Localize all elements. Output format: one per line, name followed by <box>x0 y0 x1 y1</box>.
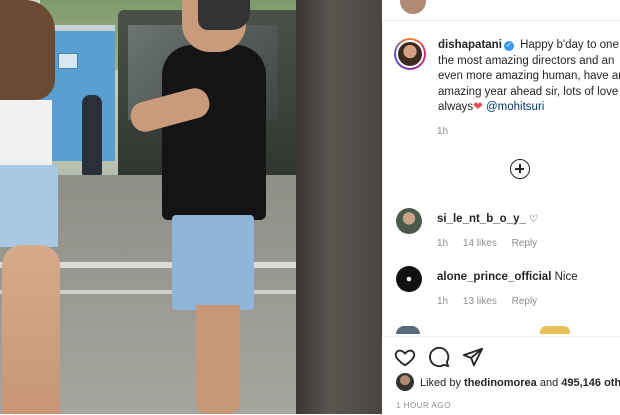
heart-outline-icon[interactable]: ♡ <box>529 214 538 225</box>
verified-badge-icon: ✓ <box>503 41 514 51</box>
post-photo[interactable] <box>0 0 296 414</box>
caption-text: dishapatani✓ Happy b'day to one of the m… <box>438 38 620 116</box>
liked-by-and: and <box>539 377 559 389</box>
comment-username[interactable]: si_le_nt_b_o_y_ <box>437 213 526 225</box>
comment-avatar-partial <box>396 326 420 334</box>
caption-avatar[interactable] <box>394 38 426 70</box>
liked-by-text: Liked by thedinomorea and 495,146 others <box>420 377 620 389</box>
caption-mention[interactable]: @mohitsuri <box>486 101 544 113</box>
plus-circle-icon[interactable] <box>510 159 530 179</box>
caption-timestamp[interactable]: 1h <box>437 126 448 137</box>
caption-line: even more amazing human, have an <box>438 70 620 82</box>
comment-time[interactable]: 1h <box>437 296 448 307</box>
man-shorts <box>172 215 254 310</box>
comment-likes[interactable]: 14 likes <box>463 238 497 249</box>
comment-meta: 1h 14 likes Reply <box>437 238 549 249</box>
post-timestamp[interactable]: 1 HOUR AGO <box>396 401 451 410</box>
photo-blur-edge <box>296 0 382 414</box>
comment-line: si_le_nt_b_o_y_ ♡ <box>437 213 538 225</box>
liked-by-count[interactable]: 495,146 others <box>561 377 620 389</box>
woman-shorts <box>0 165 58 247</box>
building-window <box>58 53 78 69</box>
liked-by-user[interactable]: thedinomorea <box>464 377 537 389</box>
comment-username[interactable]: alone_prince_official <box>437 271 551 283</box>
liked-by-prefix: Liked by <box>420 377 461 389</box>
comment-time[interactable]: 1h <box>437 238 448 249</box>
reply-button[interactable]: Reply <box>512 238 538 249</box>
man-legs <box>196 305 240 414</box>
heart-emoji: ❤ <box>473 101 483 113</box>
emoji-partial <box>540 326 570 334</box>
man-hair <box>198 0 250 30</box>
caption-username[interactable]: dishapatani <box>438 39 502 51</box>
heart-outline-icon[interactable] <box>394 346 416 368</box>
woman-hair <box>0 0 55 100</box>
caption-line: amazing year ahead sir, lots of love <box>438 85 619 98</box>
caption-line: Happy b'day to one of <box>520 39 620 51</box>
background-person <box>82 95 102 175</box>
woman-legs <box>2 245 60 414</box>
caption-line: always <box>438 101 474 113</box>
reply-button[interactable]: Reply <box>512 296 538 307</box>
comment-text: Nice <box>554 271 578 283</box>
paper-plane-icon[interactable] <box>462 346 484 368</box>
comment-likes[interactable]: 13 likes <box>463 296 497 307</box>
comment-meta: 1h 13 likes Reply <box>437 296 549 307</box>
comment-avatar[interactable] <box>396 266 422 292</box>
woman-top <box>0 100 52 170</box>
liked-by-avatar[interactable] <box>396 373 414 391</box>
comment-bubble-icon[interactable] <box>428 346 450 368</box>
comment-line: alone_prince_official Nice <box>437 271 578 283</box>
man-shirt <box>162 45 266 220</box>
comment-avatar[interactable] <box>396 208 422 234</box>
caption-line: the most amazing directors and an <box>438 54 615 67</box>
